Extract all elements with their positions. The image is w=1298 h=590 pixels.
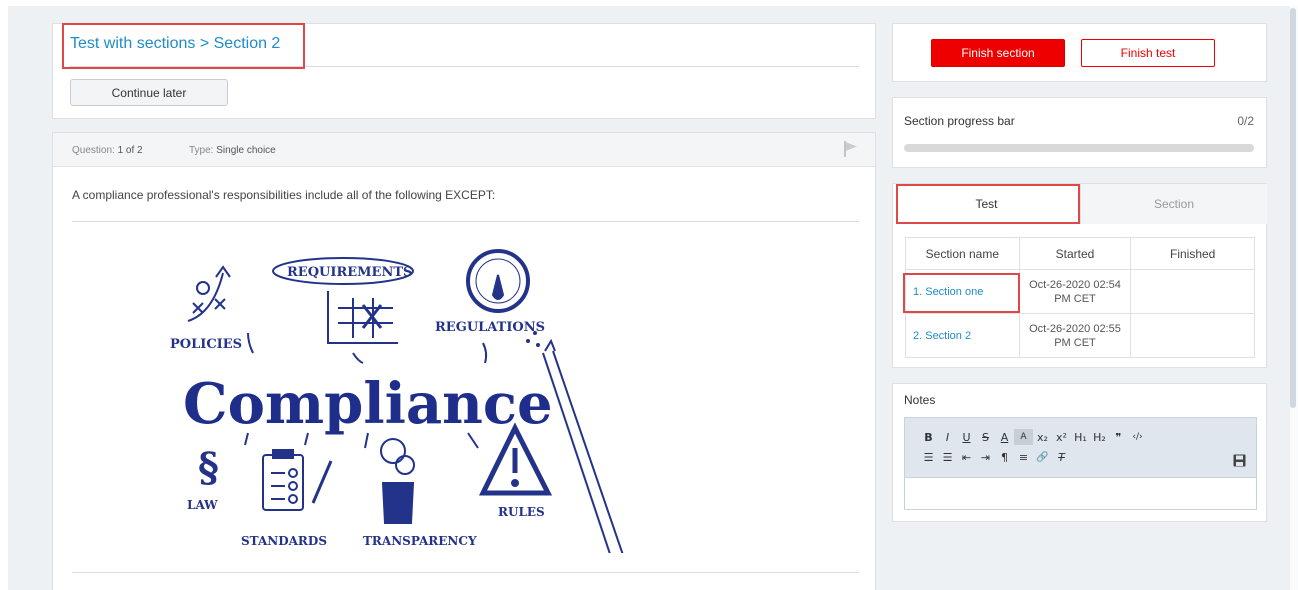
subscript-icon[interactable]: x₂ [1033,429,1052,445]
align-icon[interactable]: ≡ [1014,449,1033,465]
italic-icon[interactable]: I [938,429,957,445]
illustration-label-policies: POLICIES [170,337,242,352]
column-header-section-name: Section name [905,237,1020,270]
progress-count: 0/2 [1237,114,1254,128]
underline-icon[interactable]: U [957,429,976,445]
bold-icon[interactable]: B [919,429,938,445]
table-row: 2. Section 2 Oct-26-2020 02:55 PM CET [905,313,1255,358]
table-header-row: Section name Started Finished [905,237,1255,270]
outdent-icon[interactable]: ⇤ [957,449,976,465]
question-card: Question: 1 of 2 Type: Single choice A c… [52,132,876,590]
progress-track [904,144,1254,152]
ordered-list-icon[interactable]: ☰ [919,449,938,465]
test-title: Test with sections > Section 2 [70,35,281,52]
code-icon[interactable]: ‹/› [1128,429,1147,445]
question-text: A compliance professional's responsibili… [72,188,496,202]
finished-cell [1130,269,1255,314]
finish-test-button[interactable]: Finish test [1081,39,1215,67]
link-icon[interactable]: 🔗 [1033,449,1052,465]
question-meta-bar: Question: 1 of 2 Type: Single choice [53,133,875,167]
bullet-list-icon[interactable]: ☰ [938,449,957,465]
started-cell: Oct-26-2020 02:55 PM CET [1018,313,1132,358]
clear-format-icon[interactable]: T [1052,449,1071,465]
compliance-illustration: POLICIES REQUIREMENTS REGULATIONS Compli… [153,233,653,564]
question-divider [72,221,859,222]
heading2-icon[interactable]: H₂ [1090,429,1109,445]
scrollbar-thumb[interactable] [1290,8,1296,408]
tab-test[interactable]: Test [893,184,1080,224]
started-cell: Oct-26-2020 02:54 PM CET [1018,269,1132,314]
question-bottom-divider [72,572,859,573]
notes-editor-input[interactable] [904,477,1257,510]
toolbar-row-formatting: B I U S A A x₂ x² H₁ H₂ ❞ ‹/› [919,429,1147,445]
heading1-icon[interactable]: H₁ [1071,429,1090,445]
progress-label: Section progress bar [904,114,1015,128]
text-color-icon[interactable]: A [995,429,1014,445]
test-header-card: Test with sections > Section 2 Continue … [52,23,876,119]
illustration-label-regulations: REGULATIONS [435,320,545,335]
superscript-icon[interactable]: x² [1052,429,1071,445]
toolbar-row-lists: ☰ ☰ ⇤ ⇥ ¶ ≡ 🔗 T [919,449,1071,465]
column-header-finished: Finished [1130,237,1255,270]
column-header-started: Started [1018,237,1132,270]
tab-bar: Test Section [893,184,1267,224]
illustration-label-law: LAW [187,498,218,512]
section-progress-card: Section progress bar 0/2 [892,97,1267,168]
illustration-label-requirements: REQUIREMENTS [287,265,412,280]
table-row: 1. Section one Oct-26-2020 02:54 PM CET [905,269,1255,314]
indent-icon[interactable]: ⇥ [976,449,995,465]
save-icon[interactable] [1233,454,1246,467]
notes-editor-toolbar: B I U S A A x₂ x² H₁ H₂ ❞ ‹/› ☰ ☰ ⇤ ⇥ ¶ … [904,417,1257,477]
text-direction-icon[interactable]: ¶ [995,449,1014,465]
notes-label: Notes [904,393,936,407]
sections-table: Section name Started Finished 1. Section… [905,237,1255,358]
question-number: Question: 1 of 2 [72,145,143,156]
overview-tabs-card: Test Section Section name Started Finish… [892,183,1267,368]
svg-text:§: § [198,444,219,491]
section-link[interactable]: 1. Section one [905,269,1020,314]
title-divider [70,66,859,67]
continue-later-button[interactable]: Continue later [70,79,228,106]
illustration-label-rules: RULES [498,505,545,519]
finish-actions-card: Finish section Finish test [892,23,1267,82]
tab-section[interactable]: Section [1080,184,1267,224]
background-color-icon[interactable]: A [1014,429,1033,445]
section-link[interactable]: 2. Section 2 [905,313,1020,358]
finish-section-button[interactable]: Finish section [931,39,1065,67]
finished-cell [1130,313,1255,358]
notes-card: Notes B I U S A A x₂ x² H₁ H₂ ❞ ‹/› ☰ ☰ … [892,383,1267,522]
illustration-label-standards: STANDARDS [241,534,327,548]
flag-icon[interactable] [843,140,859,158]
illustration-label-transparency: TRANSPARENCY [363,534,477,548]
blockquote-icon[interactable]: ❞ [1109,429,1128,445]
question-type: Type: Single choice [189,145,276,156]
illustration-main-word: Compliance [183,371,553,437]
strikethrough-icon[interactable]: S [976,429,995,445]
